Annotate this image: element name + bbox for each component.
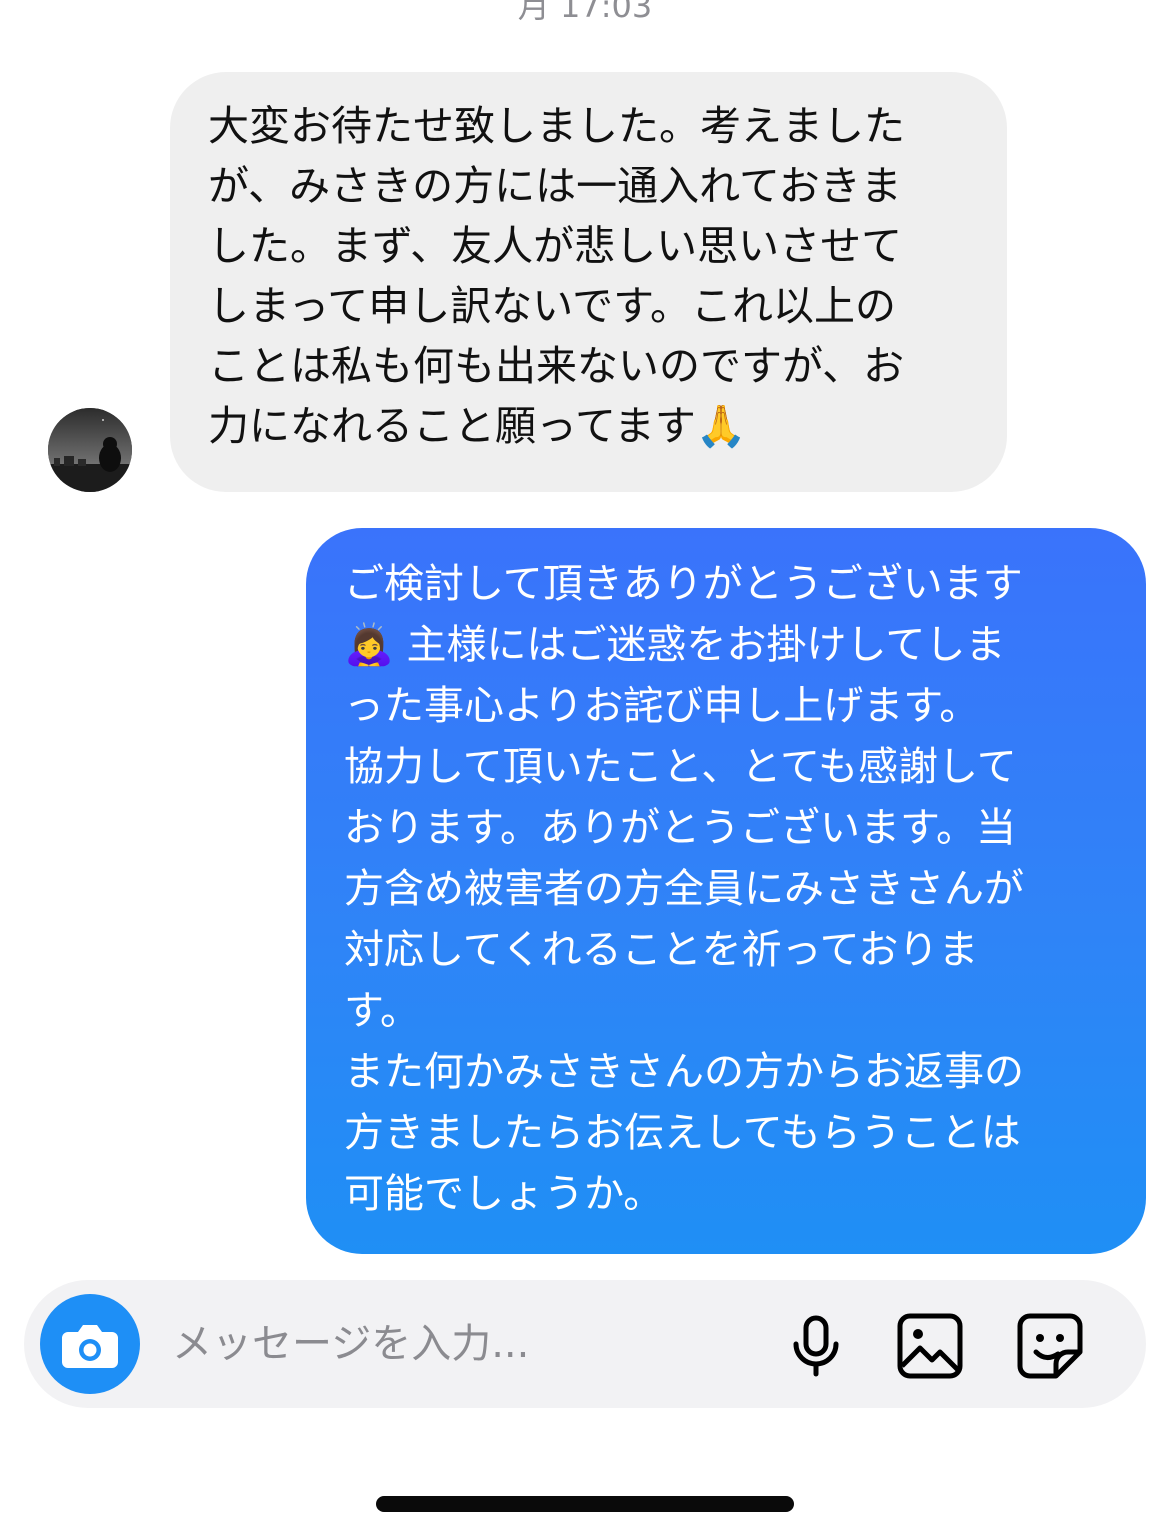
sticker-icon <box>1017 1313 1083 1379</box>
sticker-button[interactable] <box>1014 1310 1086 1382</box>
voice-message-button[interactable] <box>780 1310 852 1382</box>
message-timestamp: 月 17:03 <box>517 0 653 25</box>
camera-button[interactable] <box>40 1294 140 1394</box>
camera-icon <box>62 1325 118 1368</box>
incoming-message-bubble[interactable]: 大変お待たせ致しました。考えました が、みさきの方には一通入れておきま した。ま… <box>170 72 1007 492</box>
message-composer <box>24 1280 1146 1408</box>
home-indicator[interactable] <box>376 1496 794 1512</box>
microphone-icon <box>793 1315 839 1377</box>
incoming-message-text: 大変お待たせ致しました。考えました が、みさきの方には一通入れておきま した。ま… <box>208 102 905 450</box>
outgoing-message-text: ご検討して頂きありがとうございます 🙇‍♀️ 主様にはご迷惑をお掛けしてしま っ… <box>344 561 1024 1217</box>
sender-avatar[interactable] <box>48 408 132 492</box>
outgoing-message-bubble[interactable]: ご検討して頂きありがとうございます 🙇‍♀️ 主様にはご迷惑をお掛けしてしま っ… <box>306 528 1146 1254</box>
gallery-button[interactable] <box>894 1310 966 1382</box>
gallery-icon <box>897 1313 963 1379</box>
message-input[interactable] <box>172 1314 772 1374</box>
avatar-photo <box>48 408 132 492</box>
